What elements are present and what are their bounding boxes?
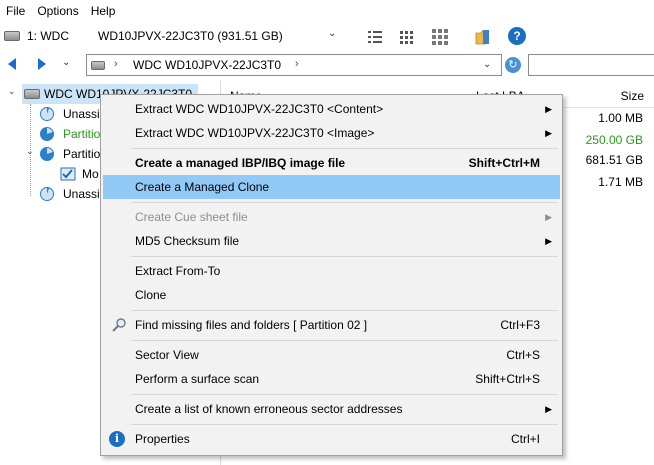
menu-bar: File Options Help <box>0 0 654 22</box>
refresh-icon[interactable]: ↻ <box>505 57 521 73</box>
menu-item-clone[interactable]: Clone <box>103 283 560 307</box>
info-icon: i <box>109 431 125 447</box>
menu-separator <box>131 310 558 311</box>
menu-shortcut: Ctrl+I <box>510 432 540 446</box>
submenu-arrow-icon: ▶ <box>545 404 552 414</box>
menu-item-erroneous-sectors[interactable]: Create a list of known erroneous sector … <box>103 397 560 421</box>
submenu-arrow-icon: ▶ <box>545 104 552 114</box>
icons-view-icon[interactable] <box>431 28 449 46</box>
menu-separator <box>131 394 558 395</box>
list-cell-size: 1.71 MB <box>598 175 643 189</box>
path-segment[interactable]: WDC WD10JPVX-22JC3T0 <box>133 58 281 72</box>
path-separator-icon[interactable]: › <box>114 58 118 70</box>
forward-arrow-icon[interactable] <box>38 58 46 70</box>
details-view-icon[interactable] <box>366 28 384 46</box>
drive-toolbar: 1: WDC WD10JPVX-22JC3T0 (931.51 GB) ⌄ ? <box>0 24 654 50</box>
menu-item-create-managed-clone[interactable]: Create a Managed Clone <box>103 175 560 199</box>
menu-file[interactable]: File <box>0 0 31 22</box>
menu-item-extract-content[interactable]: Extract WDC WD10JPVX-22JC3T0 <Content> ▶ <box>103 97 560 121</box>
submenu-arrow-icon: ▶ <box>545 212 552 222</box>
menu-item-surface-scan[interactable]: Perform a surface scan Shift+Ctrl+S <box>103 367 560 391</box>
drive-selector[interactable]: 1: WDC <box>27 29 69 43</box>
hard-drive-icon <box>91 61 105 70</box>
menu-item-extract-from-to[interactable]: Extract From-To <box>103 259 560 283</box>
menu-item-create-managed-image[interactable]: Create a managed IBP/IBQ image file Shif… <box>103 151 560 175</box>
menu-options[interactable]: Options <box>31 0 84 22</box>
menu-item-properties[interactable]: i Properties Ctrl+I <box>103 427 560 451</box>
partition-pie-icon <box>40 107 54 121</box>
list-cell-size: 681.51 GB <box>585 153 643 167</box>
partition-pie-icon <box>40 127 54 141</box>
menu-separator <box>131 340 558 341</box>
tree-item-label: Partitio <box>63 127 101 141</box>
help-icon[interactable]: ? <box>508 27 526 45</box>
menu-item-create-cue-sheet[interactable]: Create Cue sheet file ▶ <box>103 205 560 229</box>
back-arrow-icon[interactable] <box>8 58 16 70</box>
context-menu: Extract WDC WD10JPVX-22JC3T0 <Content> ▶… <box>100 94 563 456</box>
expand-toggle-icon[interactable]: ⌄ <box>8 86 16 97</box>
history-chevron-icon[interactable]: ⌄ <box>62 57 70 68</box>
folder-export-icon[interactable] <box>474 28 492 46</box>
menu-separator <box>131 148 558 149</box>
submenu-arrow-icon: ▶ <box>545 128 552 138</box>
volume-check-icon <box>60 167 76 181</box>
menu-item-md5-checksum[interactable]: MD5 Checksum file ▶ <box>103 229 560 253</box>
menu-shortcut: Ctrl+F3 <box>500 318 540 332</box>
tree-item-label: Unassi <box>63 187 100 201</box>
hard-drive-icon <box>24 89 40 99</box>
path-box[interactable]: › WDC WD10JPVX-22JC3T0 › ⌄ <box>86 54 502 76</box>
menu-help[interactable]: Help <box>85 0 122 22</box>
tree-item-label: Unassi <box>63 107 100 121</box>
menu-separator <box>131 202 558 203</box>
hard-drive-icon <box>4 31 20 41</box>
menu-shortcut: Shift+Ctrl+S <box>475 372 540 386</box>
menu-separator <box>131 424 558 425</box>
drive-model-label[interactable]: WD10JPVX-22JC3T0 (931.51 GB) <box>98 29 283 43</box>
expand-toggle-icon[interactable]: ⌄ <box>26 146 34 157</box>
partition-pie-icon <box>40 187 54 201</box>
tree-item-label: Partitio <box>63 147 101 161</box>
menu-item-sector-view[interactable]: Sector View Ctrl+S <box>103 343 560 367</box>
chevron-down-icon[interactable]: ⌄ <box>483 59 491 70</box>
path-separator-icon[interactable]: › <box>295 58 299 70</box>
list-cell-size: 1.00 MB <box>598 111 643 125</box>
menu-shortcut: Ctrl+S <box>506 348 540 362</box>
list-cell-size: 250.00 GB <box>585 133 643 147</box>
list-view-icon[interactable] <box>398 28 416 46</box>
partition-pie-icon <box>40 147 54 161</box>
navigation-bar: ⌄ › WDC WD10JPVX-22JC3T0 › ⌄ ↻ <box>0 52 654 78</box>
chevron-down-icon[interactable]: ⌄ <box>328 28 336 39</box>
column-header-size[interactable]: Size <box>621 89 644 103</box>
menu-item-find-missing[interactable]: Find missing files and folders [ Partiti… <box>103 313 560 337</box>
menu-separator <box>131 256 558 257</box>
menu-item-extract-image[interactable]: Extract WDC WD10JPVX-22JC3T0 <Image> ▶ <box>103 121 560 145</box>
submenu-arrow-icon: ▶ <box>545 236 552 246</box>
menu-shortcut: Shift+Ctrl+M <box>468 156 540 170</box>
tree-item-label: Mo <box>82 167 99 181</box>
search-input[interactable] <box>528 54 654 76</box>
search-icon <box>112 318 126 332</box>
